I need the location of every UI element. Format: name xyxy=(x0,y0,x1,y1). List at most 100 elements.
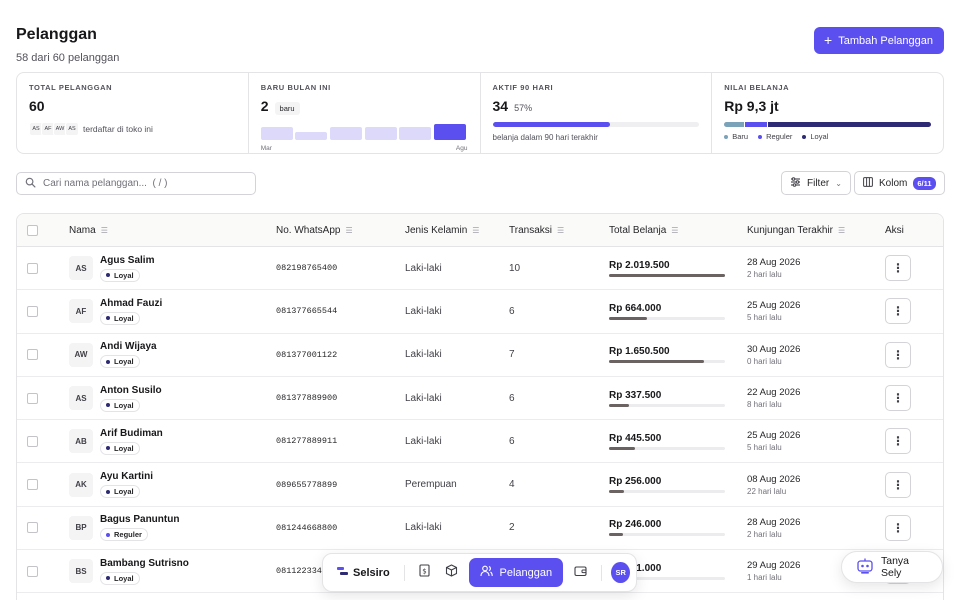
more-vertical-icon: ⋮ xyxy=(892,304,904,319)
row-checkbox[interactable] xyxy=(27,479,38,491)
row-actions-button[interactable]: ⋮ xyxy=(885,298,911,325)
more-vertical-icon: ⋮ xyxy=(892,477,904,492)
row-checkbox[interactable] xyxy=(27,565,38,577)
select-all-checkbox[interactable] xyxy=(27,225,38,236)
row-actions-button[interactable]: ⋮ xyxy=(885,341,911,368)
gender: Laki-laki xyxy=(405,435,442,447)
table-row[interactable]: AW Andi Wijaya Loyal 081377001122 Laki-l… xyxy=(17,334,943,377)
whatsapp-number: 081377889900 xyxy=(276,393,338,404)
gender: Laki-laki xyxy=(405,262,442,274)
column-header-last-visit[interactable]: Kunjungan Terakhir ☰ xyxy=(747,214,845,247)
more-vertical-icon: ⋮ xyxy=(892,520,904,535)
spend-bar xyxy=(609,273,725,277)
receipt-icon: $ xyxy=(418,563,431,582)
table-row[interactable]: AK Ayu Kartini Loyal 089655778899 Peremp… xyxy=(17,463,943,507)
table-row[interactable]: AB Arif Budiman Loyal 081277889911 Laki-… xyxy=(17,420,943,464)
stat-note: belanja dalam 90 hari terakhir xyxy=(492,133,598,142)
row-checkbox[interactable] xyxy=(27,262,38,274)
nav-transactions[interactable]: $ xyxy=(415,562,434,584)
stat-value: 34 xyxy=(492,98,509,114)
row-checkbox[interactable] xyxy=(27,392,38,404)
row-checkbox[interactable] xyxy=(27,349,38,361)
tier-badge: Loyal xyxy=(100,355,140,369)
column-header-name[interactable]: Nama ☰ xyxy=(69,214,108,247)
row-checkbox[interactable] xyxy=(27,305,38,317)
customer-name[interactable]: Bambang Sutrisno xyxy=(100,558,189,569)
row-actions-button[interactable]: ⋮ xyxy=(885,385,911,412)
column-header-whatsapp[interactable]: No. WhatsApp ☰ xyxy=(276,214,353,247)
nav-products[interactable] xyxy=(442,562,461,584)
row-actions-button[interactable]: ⋮ xyxy=(885,255,911,282)
bottom-dock: Selsiro $ Pelanggan SR xyxy=(322,553,637,592)
customer-name[interactable]: Ayu Kartini xyxy=(100,471,153,482)
user-avatar[interactable]: SR xyxy=(611,562,631,583)
row-actions-button[interactable]: ⋮ xyxy=(885,428,911,455)
legend-item: Baru xyxy=(724,132,748,141)
column-header-gender[interactable]: Jenis Kelamin ☰ xyxy=(405,214,479,247)
add-customer-label: Tambah Pelanggan xyxy=(838,34,933,47)
stat-label: NILAI BELANJA xyxy=(724,83,790,92)
spend-bar xyxy=(609,533,725,537)
table-body: AS Agus Salim Loyal 082198765400 Laki-la… xyxy=(17,247,943,594)
row-checkbox[interactable] xyxy=(27,522,38,534)
table-row[interactable]: AF Ahmad Fauzi Loyal 081377665544 Laki-l… xyxy=(17,290,943,334)
table-row[interactable]: BP Bagus Panuntun Reguler 081244668800 L… xyxy=(17,507,943,551)
stat-value: 2 xyxy=(260,98,269,114)
search-input[interactable] xyxy=(43,178,243,189)
table-row[interactable]: AS Anton Susilo Loyal 081377889900 Laki-… xyxy=(17,377,943,421)
search-box[interactable] xyxy=(16,172,256,195)
spend-segment xyxy=(744,122,768,127)
nav-wallet[interactable] xyxy=(571,562,590,584)
customer-table: Nama ☰ No. WhatsApp ☰ Jenis Kelamin ☰ Trans… xyxy=(16,213,944,600)
spend-segment-bar xyxy=(724,122,931,127)
whatsapp-number: 082198765400 xyxy=(276,263,338,274)
last-visit-relative: 2 hari lalu xyxy=(747,529,782,539)
transaction-count: 10 xyxy=(509,262,521,274)
column-label: No. WhatsApp xyxy=(276,225,341,236)
customer-name[interactable]: Agus Salim xyxy=(100,255,154,266)
customer-name[interactable]: Arif Budiman xyxy=(100,428,163,439)
tier-label: Loyal xyxy=(114,357,134,367)
spend-bar-fill xyxy=(609,273,725,277)
whatsapp-number: 081277889911 xyxy=(276,436,338,447)
last-visit-relative: 5 hari lalu xyxy=(747,443,782,453)
customer-name[interactable]: Anton Susilo xyxy=(100,385,162,396)
column-header-transactions[interactable]: Transaksi ☰ xyxy=(509,214,564,247)
brand-logo[interactable]: Selsiro xyxy=(329,566,398,579)
tier-label: Loyal xyxy=(114,487,134,497)
avatar: AB xyxy=(69,429,93,454)
customer-name[interactable]: Andi Wijaya xyxy=(100,341,157,352)
total-spend: Rp 1.650.500 xyxy=(609,346,670,358)
row-checkbox[interactable] xyxy=(27,435,38,447)
legend-item: Loyal xyxy=(802,132,828,141)
last-visit-relative: 5 hari lalu xyxy=(747,313,782,323)
nav-customers[interactable]: Pelanggan xyxy=(469,558,564,587)
column-header-total[interactable]: Total Belanja ☰ xyxy=(609,214,678,247)
row-actions-button[interactable]: ⋮ xyxy=(885,514,911,541)
spend-bar xyxy=(609,316,725,320)
monthly-bars xyxy=(260,124,468,142)
legend-item: Reguler xyxy=(758,132,792,141)
month-bar xyxy=(434,124,467,140)
month-bar xyxy=(399,127,432,140)
filter-button[interactable]: Filter ⌄ xyxy=(781,171,851,195)
total-spend: Rp 664.000 xyxy=(609,302,662,314)
table-row[interactable]: AS Agus Salim Loyal 082198765400 Laki-la… xyxy=(17,247,943,291)
customer-name[interactable]: Bagus Panuntun xyxy=(100,514,179,525)
row-actions-button[interactable]: ⋮ xyxy=(885,471,911,498)
spend-segment xyxy=(724,122,744,127)
legend-dot xyxy=(802,134,807,139)
assistant-button[interactable]: Tanya Sely xyxy=(841,551,943,583)
total-spend: Rp 337.500 xyxy=(609,389,662,401)
avatar: BS xyxy=(69,559,93,584)
sort-icon: ☰ xyxy=(556,226,565,235)
filter-icon xyxy=(790,176,801,190)
month-bar xyxy=(364,127,397,140)
tier-dot xyxy=(106,273,110,278)
columns-button[interactable]: Kolom 6/11 xyxy=(854,171,945,195)
tier-badge: Loyal xyxy=(100,485,140,499)
add-customer-button[interactable]: + Tambah Pelanggan xyxy=(814,27,944,54)
customer-name[interactable]: Ahmad Fauzi xyxy=(100,298,162,309)
stat-total-customers: TOTAL PELANGGAN 60 AS AF AW AS terdaftar… xyxy=(17,73,249,153)
column-label: Total Belanja xyxy=(609,225,667,236)
